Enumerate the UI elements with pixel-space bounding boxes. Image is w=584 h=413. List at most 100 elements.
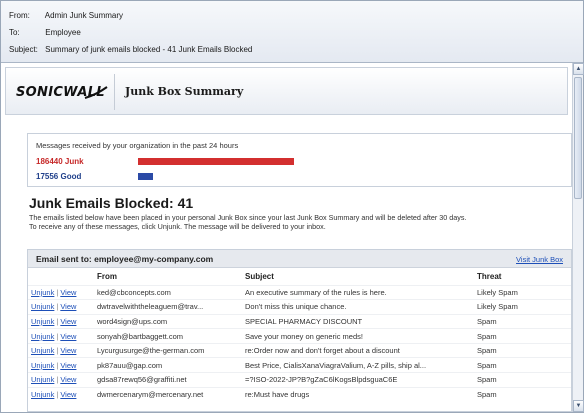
row-from: dwmercenarym@mercenary.net — [94, 386, 242, 402]
subject-label: Subject: — [9, 45, 38, 54]
table-row: Unjunk | View pk87auu@gap.com Best Price, Ci… — [28, 357, 571, 373]
scroll-thumb[interactable] — [574, 77, 582, 199]
email-header: From: Admin Junk Summary To: Employee Su… — [1, 1, 583, 63]
from-row: From: Admin Junk Summary — [9, 10, 123, 22]
table-row: Unjunk | View gdsa87rewq56@graffiti.net =?IS… — [28, 372, 571, 388]
subject-row: Subject: Summary of junk emails blocked … — [9, 44, 252, 56]
email-window: From: Admin Junk Summary To: Employee Su… — [0, 0, 584, 413]
row-actions: Unjunk | View — [28, 299, 94, 315]
row-actions: Unjunk | View — [28, 342, 94, 358]
logo-swoosh-icon — [84, 86, 108, 99]
table-row: Unjunk | View sonyah@bartbaggett.com Save yo… — [28, 328, 571, 344]
junk-list: Email sent to: employee@my-company.com V… — [27, 249, 572, 412]
unjunk-link[interactable]: Unjunk — [31, 390, 54, 399]
view-link[interactable]: View — [60, 332, 76, 341]
view-link[interactable]: View — [60, 288, 76, 297]
row-from: sonyah@bartbaggett.com — [94, 328, 242, 344]
table-body: Unjunk | View ked@cbconcepts.com An executiv… — [28, 284, 571, 402]
description-line-2: To receive any of these messages, click … — [29, 222, 326, 231]
view-link[interactable]: View — [60, 390, 76, 399]
row-threat: Spam — [474, 342, 571, 358]
row-subject: An executive summary of the rules is her… — [242, 284, 474, 300]
row-subject: re:Must have drugs — [242, 386, 474, 402]
junk-bar — [138, 158, 294, 165]
good-count: 17556 Good — [36, 172, 82, 181]
description-line-1: The emails listed below have been placed… — [29, 213, 467, 222]
unjunk-link[interactable]: Unjunk — [31, 361, 54, 370]
action-separator: | — [56, 390, 59, 400]
row-subject: =?ISO-2022-JP?B?gZaC6lKogsBlpdsguaC6E — [242, 372, 474, 388]
action-separator: | — [56, 375, 59, 385]
row-actions: Unjunk | View — [28, 313, 94, 329]
scroll-down-icon[interactable]: ▼ — [573, 400, 584, 412]
to-value: Employee — [45, 28, 81, 37]
page-title: Junk Box Summary — [125, 85, 244, 98]
row-threat: Likely Spam — [474, 284, 571, 300]
col-actions — [28, 269, 94, 285]
table-row: Unjunk | View word4sign@ups.com SPECIAL PHAR… — [28, 313, 571, 329]
brand-bar: SONICWALL Junk Box Summary — [5, 67, 568, 115]
action-separator: | — [56, 316, 59, 326]
row-actions: Unjunk | View — [28, 386, 94, 402]
unjunk-link[interactable]: Unjunk — [31, 332, 54, 341]
col-threat: Threat — [477, 272, 502, 282]
row-threat: Likely Spam — [474, 299, 571, 315]
row-from: word4sign@ups.com — [94, 313, 242, 329]
view-link[interactable]: View — [60, 346, 76, 355]
action-separator: | — [56, 287, 59, 297]
row-actions: Unjunk | View — [28, 284, 94, 300]
col-subject: Subject — [245, 272, 274, 282]
row-from: Lycurgusurge@the-german.com — [94, 342, 242, 358]
table-row: Unjunk | View dwmercenarym@mercenary.net re:… — [28, 386, 571, 402]
row-from: dwtravelwiththeleaguem@trav... — [94, 299, 242, 315]
from-label: From: — [9, 11, 30, 20]
row-from: pk87auu@gap.com — [94, 357, 242, 373]
to-label: To: — [9, 28, 20, 37]
table-row: Unjunk | View ked@cbconcepts.com An executiv… — [28, 284, 571, 300]
good-bar — [138, 173, 153, 180]
blocked-heading: Junk Emails Blocked: 41 — [29, 195, 194, 211]
row-actions: Unjunk | View — [28, 372, 94, 388]
action-separator: | — [56, 331, 59, 341]
row-subject: SPECIAL PHARMACY DISCOUNT — [242, 313, 474, 329]
view-link[interactable]: View — [60, 302, 76, 311]
table-row: Unjunk | View dwtravelwiththeleaguem@trav..… — [28, 299, 571, 315]
unjunk-link[interactable]: Unjunk — [31, 302, 54, 311]
row-subject: re:Order now and don't forget about a di… — [242, 342, 474, 358]
row-threat: Spam — [474, 328, 571, 344]
row-from: gdsa87rewq56@graffiti.net — [94, 372, 242, 388]
action-separator: | — [56, 360, 59, 370]
sent-to-address: Email sent to: employee@my-company.com — [36, 254, 214, 264]
sonicwall-logo: SONICWALL — [16, 82, 108, 104]
view-link[interactable]: View — [60, 317, 76, 326]
subject-value: Summary of junk emails blocked - 41 Junk… — [45, 45, 253, 54]
view-link[interactable]: View — [60, 361, 76, 370]
unjunk-link[interactable]: Unjunk — [31, 317, 54, 326]
action-separator: | — [56, 302, 59, 312]
junk-table: From Subject Threat Unjunk | View ked@cbcon… — [28, 269, 571, 402]
row-actions: Unjunk | View — [28, 357, 94, 373]
row-threat: Spam — [474, 357, 571, 373]
row-threat: Spam — [474, 386, 571, 402]
row-subject: Best Price, CialisXanaViagraValium, A-Z … — [242, 357, 474, 373]
visit-junk-box-link[interactable]: Visit Junk Box — [516, 255, 563, 264]
action-separator: | — [56, 346, 59, 356]
to-row: To: Employee — [9, 27, 81, 39]
stats-caption: Messages received by your organization i… — [36, 141, 239, 150]
unjunk-link[interactable]: Unjunk — [31, 346, 54, 355]
row-from: ked@cbconcepts.com — [94, 284, 242, 300]
vertical-scrollbar[interactable]: ▲ ▼ — [572, 63, 584, 412]
table-row: Unjunk | View Lycurgusurge@the-german.com re… — [28, 342, 571, 358]
view-link[interactable]: View — [60, 375, 76, 384]
brand-divider — [114, 74, 115, 110]
scroll-up-icon[interactable]: ▲ — [573, 63, 584, 75]
row-subject: Don't miss this unique chance. — [242, 299, 474, 315]
message-body[interactable]: SONICWALL Junk Box Summary Messages rece… — [1, 63, 572, 412]
col-from: From — [97, 272, 117, 282]
unjunk-link[interactable]: Unjunk — [31, 375, 54, 384]
row-threat: Spam — [474, 313, 571, 329]
unjunk-link[interactable]: Unjunk — [31, 288, 54, 297]
from-value: Admin Junk Summary — [44, 11, 124, 20]
row-actions: Unjunk | View — [28, 328, 94, 344]
row-subject: Save your money on generic meds! — [242, 328, 474, 344]
